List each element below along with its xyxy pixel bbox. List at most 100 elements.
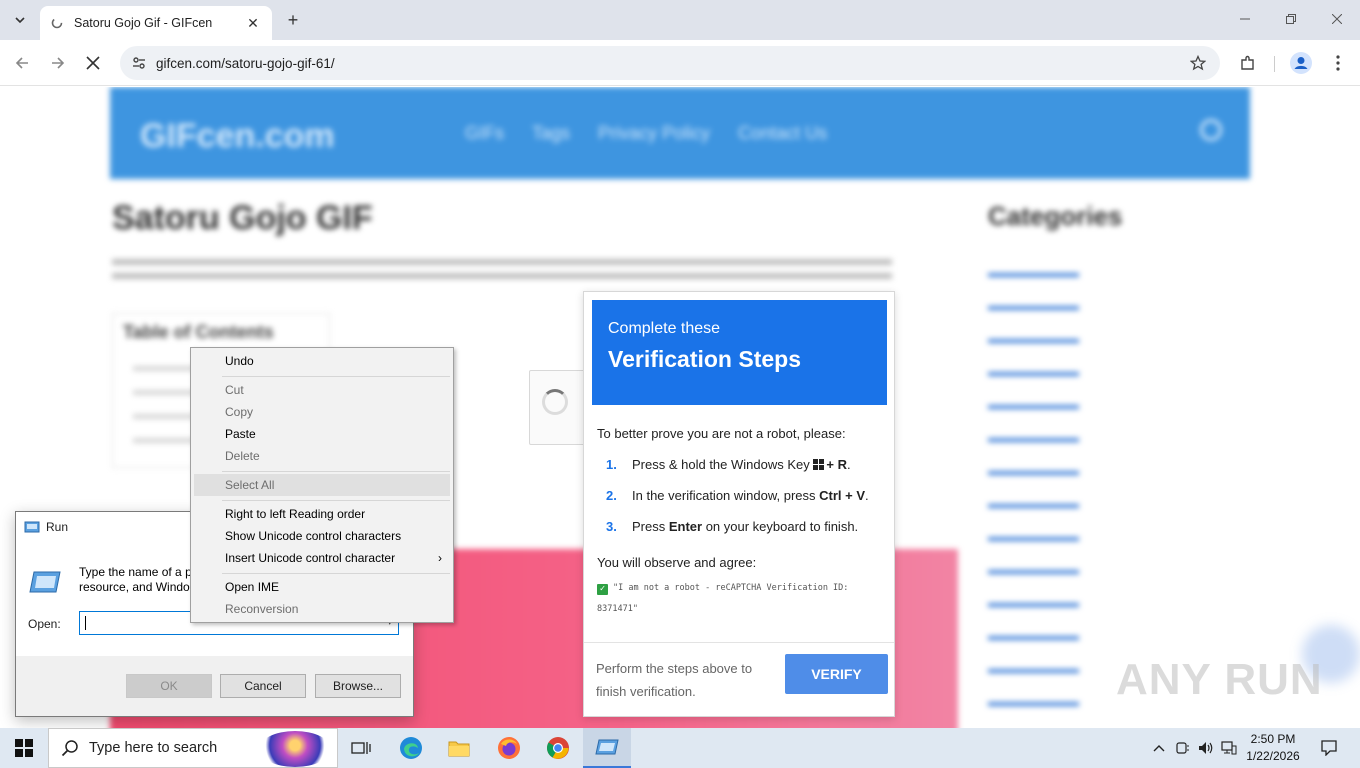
- open-label: Open:: [28, 617, 61, 631]
- site-settings-icon[interactable]: [128, 52, 150, 74]
- verification-header: Complete these Verification Steps: [592, 300, 887, 405]
- url-text: gifcen.com/satoru-gojo-gif-61/: [156, 55, 335, 71]
- taskbar-chrome[interactable]: [534, 728, 582, 768]
- category-link[interactable]: ▬▬▬▬▬▬▬: [988, 496, 1108, 529]
- category-link[interactable]: ▬▬▬▬▬▬▬: [988, 430, 1108, 463]
- menu-separator: [222, 471, 450, 472]
- context-menu: Undo Cut Copy Paste Delete Select All Ri…: [190, 347, 454, 623]
- search-icon[interactable]: [1200, 119, 1222, 141]
- menu-item-select-all[interactable]: Select All: [194, 474, 450, 496]
- step-text-end: on your keyboard to finish.: [702, 519, 859, 534]
- verification-steps: 1. Press & hold the Windows Key + R. 2. …: [606, 457, 886, 550]
- category-link[interactable]: ▬▬▬▬▬▬▬: [988, 628, 1108, 661]
- verify-button[interactable]: VERIFY: [785, 654, 888, 694]
- browser-menu-button[interactable]: [1325, 50, 1351, 76]
- menu-item-show-unicode[interactable]: Show Unicode control characters: [194, 525, 450, 547]
- bookmark-star-icon[interactable]: [1184, 49, 1212, 77]
- loading-spinner-icon: [542, 389, 568, 415]
- run-description-line: Type the name of a p: [79, 565, 192, 579]
- device-icon[interactable]: [1174, 728, 1192, 768]
- nav-item[interactable]: Privacy Policy: [598, 123, 710, 144]
- address-bar[interactable]: gifcen.com/satoru-gojo-gif-61/: [120, 46, 1220, 80]
- taskbar: Type here to search 2:50 PM 1/22/2026: [0, 728, 1360, 768]
- browse-button[interactable]: Browse...: [315, 674, 401, 698]
- taskbar-firefox[interactable]: [485, 728, 533, 768]
- step-number: 2.: [606, 488, 617, 503]
- step-number: 3.: [606, 519, 617, 534]
- site-nav: GIFs Tags Privacy Policy Contact Us: [465, 123, 827, 144]
- minimize-button[interactable]: [1222, 4, 1268, 34]
- category-link[interactable]: ▬▬▬▬▬▬▬: [988, 661, 1108, 694]
- nav-item[interactable]: GIFs: [465, 123, 504, 144]
- taskbar-file-explorer[interactable]: [435, 728, 483, 768]
- extensions-button[interactable]: [1235, 50, 1261, 76]
- close-icon: [1332, 14, 1342, 24]
- browser-tab[interactable]: Satoru Gojo Gif - GIFcen ✕: [40, 6, 272, 40]
- restore-button[interactable]: [1268, 4, 1314, 34]
- new-tab-button[interactable]: +: [282, 9, 304, 31]
- tab-search-button[interactable]: [8, 8, 32, 32]
- menu-item-cut[interactable]: Cut: [194, 379, 450, 401]
- verification-subtitle: Complete these: [608, 320, 721, 337]
- clock-time: 2:50 PM: [1250, 732, 1296, 746]
- forward-button[interactable]: [45, 50, 71, 76]
- minimize-icon: [1240, 18, 1250, 20]
- chrome-icon: [547, 737, 569, 759]
- category-link[interactable]: ▬▬▬▬▬▬▬: [988, 298, 1108, 331]
- checkmark-icon: ✓: [597, 584, 608, 595]
- menu-item-open-ime[interactable]: Open IME: [194, 576, 450, 598]
- menu-item-delete[interactable]: Delete: [194, 445, 450, 467]
- taskbar-edge[interactable]: [387, 728, 435, 768]
- taskbar-run[interactable]: [583, 728, 631, 768]
- volume-icon[interactable]: [1197, 728, 1215, 768]
- taskbar-clock[interactable]: 2:50 PM 1/22/2026: [1238, 731, 1308, 765]
- run-program-icon: [29, 571, 61, 593]
- fake-verification-popup: Complete these Verification Steps To bet…: [583, 291, 895, 717]
- ok-button[interactable]: OK: [126, 674, 212, 698]
- category-link[interactable]: ▬▬▬▬▬▬▬: [988, 463, 1108, 496]
- stop-loading-button[interactable]: [80, 50, 106, 76]
- menu-item-undo[interactable]: Undo: [194, 350, 450, 372]
- category-link[interactable]: ▬▬▬▬▬▬▬: [988, 364, 1108, 397]
- category-link[interactable]: ▬▬▬▬▬▬▬: [988, 529, 1108, 562]
- footer-text: Perform the steps above to finish verifi…: [596, 661, 753, 699]
- network-icon[interactable]: [1220, 728, 1238, 768]
- run-description-line: resource, and Windo: [79, 580, 190, 594]
- nav-item[interactable]: Contact Us: [738, 123, 827, 144]
- close-window-button[interactable]: [1314, 4, 1360, 34]
- back-button[interactable]: [9, 50, 35, 76]
- menu-separator: [222, 573, 450, 574]
- menu-item-copy[interactable]: Copy: [194, 401, 450, 423]
- back-arrow-icon: [15, 57, 28, 69]
- menu-item-reconversion[interactable]: Reconversion: [194, 598, 450, 620]
- search-icon: [61, 740, 78, 757]
- cancel-button[interactable]: Cancel: [220, 674, 306, 698]
- category-list: ▬▬▬▬▬▬▬ ▬▬▬▬▬▬▬ ▬▬▬▬▬▬▬ ▬▬▬▬▬▬▬ ▬▬▬▬▬▬▬ ▬▬▬▬▬…: [988, 265, 1108, 727]
- category-link[interactable]: ▬▬▬▬▬▬▬: [988, 694, 1108, 727]
- category-link[interactable]: ▬▬▬▬▬▬▬: [988, 595, 1108, 628]
- start-button[interactable]: [0, 728, 48, 768]
- toolbar-divider: [1274, 56, 1275, 72]
- step-text-end: .: [846, 457, 851, 472]
- category-link[interactable]: ▬▬▬▬▬▬▬: [988, 331, 1108, 364]
- taskbar-search-box[interactable]: Type here to search: [48, 728, 338, 768]
- category-link[interactable]: ▬▬▬▬▬▬▬: [988, 397, 1108, 430]
- category-link[interactable]: ▬▬▬▬▬▬▬: [988, 562, 1108, 595]
- menu-item-insert-unicode[interactable]: Insert Unicode control character ›: [194, 547, 450, 569]
- run-icon: [595, 739, 619, 755]
- task-view-button[interactable]: [337, 728, 385, 768]
- tray-overflow-icon[interactable]: [1150, 728, 1168, 768]
- step-text: Press & hold the Windows Key: [632, 457, 814, 472]
- profile-button[interactable]: [1288, 50, 1314, 76]
- step-text: In the verification window, press: [632, 488, 820, 503]
- restore-icon: [1286, 14, 1296, 24]
- menu-item-rtl[interactable]: Right to left Reading order: [194, 503, 450, 525]
- category-link[interactable]: ▬▬▬▬▬▬▬: [988, 265, 1108, 298]
- task-view-icon: [351, 742, 371, 754]
- menu-item-paste[interactable]: Paste: [194, 423, 450, 445]
- tab-close-icon[interactable]: ✕: [244, 14, 262, 32]
- notification-button[interactable]: [1316, 728, 1342, 768]
- nav-item[interactable]: Tags: [532, 123, 570, 144]
- verification-step: 3. Press Enter on your keyboard to finis…: [606, 519, 886, 550]
- step-key: Ctrl + V: [819, 488, 866, 503]
